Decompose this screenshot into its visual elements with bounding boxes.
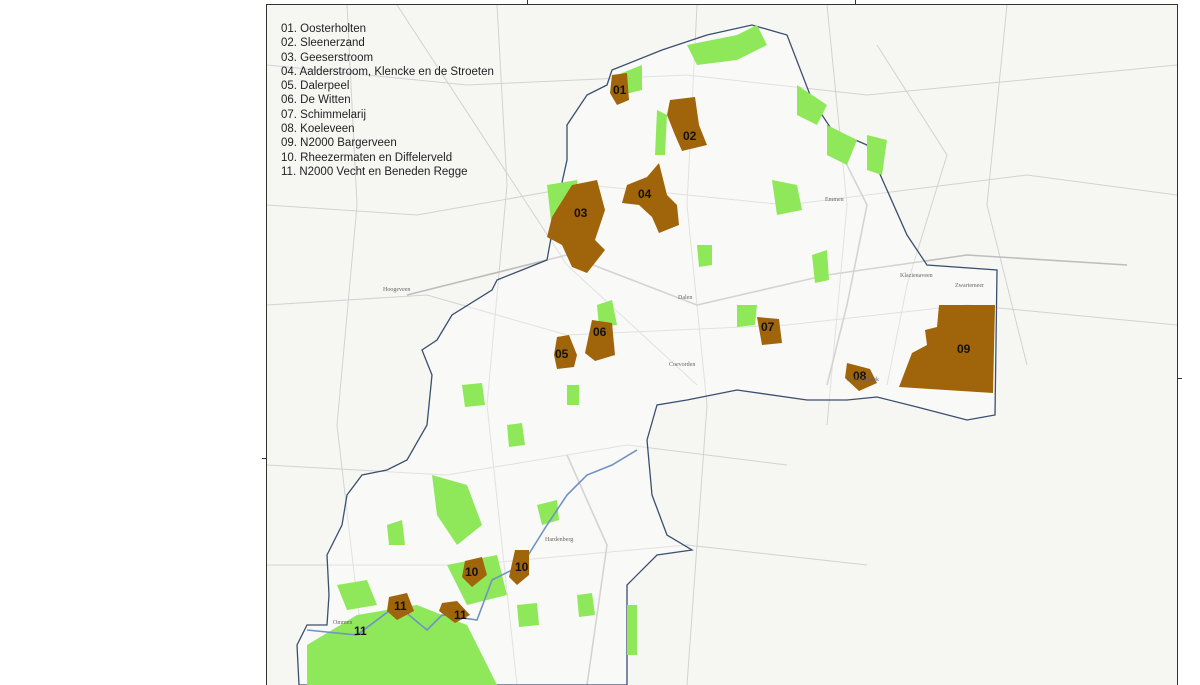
place-name: Schoonebeek: [847, 377, 879, 383]
legend-item: 11. N2000 Vecht en Beneden Regge: [281, 165, 468, 178]
legend-item: 08. Koeleveen: [281, 123, 355, 136]
frame-tick-right: [1177, 378, 1182, 379]
legend-item: 06. De Witten: [281, 94, 351, 107]
place-name: Dalen: [678, 295, 692, 301]
legend-item: 02. Sleenerzand: [281, 37, 365, 50]
area-label: 09: [957, 342, 971, 356]
area-label: 07: [761, 320, 775, 334]
area-label: 05: [555, 347, 569, 361]
area-label: 10: [515, 560, 529, 574]
area-label: 11: [454, 608, 467, 622]
frame-tick-top-left: [527, 0, 528, 4]
area-label: 10: [465, 565, 479, 579]
place-name: Klazienaveen: [900, 273, 933, 279]
place-name: Hardenberg: [545, 537, 573, 543]
legend-item: 01. Oosterholten: [281, 23, 367, 35]
area-label: 11: [394, 599, 407, 613]
legend-item: 09. N2000 Bargerveen: [281, 137, 397, 150]
area-label: 11: [354, 624, 367, 638]
place-name: Ommen: [333, 620, 352, 626]
area-label: 02: [683, 129, 697, 143]
area-label: 04: [638, 187, 652, 201]
place-name: Hoogeveen: [383, 287, 410, 293]
legend-item: 10. Rheezermaten en Diffelerveld: [281, 151, 453, 164]
place-name: Coevorden: [669, 362, 695, 368]
area-label: 06: [593, 325, 607, 339]
legend-item: 04. Aalderstroom, Klencke en de Stroeten: [281, 65, 494, 78]
frame-tick-top-right: [855, 0, 856, 4]
area-label: 03: [574, 206, 588, 220]
place-name: Zwartemeer: [955, 283, 984, 289]
map-legend: 01. Oosterholten 02. Sleenerzand 03. Gee…: [281, 22, 494, 179]
map-frame[interactable]: 01 02 03 04 05 06 07 08 09 10 10 11 11 1…: [266, 4, 1178, 685]
frame-tick-left: [262, 458, 266, 459]
area-label: 01: [613, 83, 627, 97]
legend-item: 07. Schimmelarij: [281, 108, 366, 121]
place-name: Emmen: [825, 197, 844, 203]
legend-item: 03. Geeserstroom: [281, 51, 374, 64]
legend-item: 05. Dalerpeel: [281, 80, 350, 93]
